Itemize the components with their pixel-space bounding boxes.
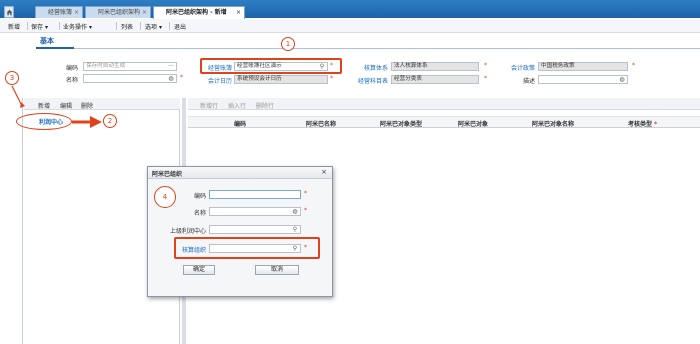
arrowhead-2: [90, 116, 102, 128]
annotation-arrows: [11, 85, 102, 128]
arrow-3: [11, 85, 23, 107]
